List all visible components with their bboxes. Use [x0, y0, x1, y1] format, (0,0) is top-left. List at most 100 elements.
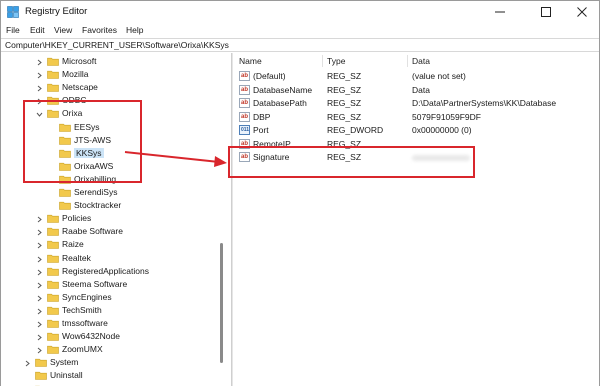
- menu-file[interactable]: File: [6, 25, 20, 35]
- folder-icon: [47, 109, 59, 119]
- chevron-right-icon[interactable]: [36, 333, 43, 341]
- tree-item[interactable]: SyncEngines: [1, 291, 221, 304]
- tree-item[interactable]: Policies: [1, 212, 221, 225]
- tree-item[interactable]: Mozilla: [1, 68, 221, 81]
- value-type: REG_SZ: [327, 111, 362, 122]
- chevron-right-icon[interactable]: [36, 71, 43, 79]
- menu-bar: File Edit View Favorites Help: [1, 23, 599, 38]
- string-value-icon: ab: [239, 98, 250, 108]
- string-value-icon: ab: [239, 71, 250, 81]
- tree-item-label: SerendiSys: [74, 187, 118, 197]
- chevron-right-icon[interactable]: [36, 228, 43, 236]
- folder-icon: [59, 123, 71, 132]
- address-bar[interactable]: Computer\HKEY_CURRENT_USER\Software\Orix…: [1, 38, 599, 52]
- folder-icon: [47, 319, 59, 328]
- tree-scrollbar[interactable]: [220, 243, 223, 363]
- tree-item[interactable]: Realtek: [1, 252, 221, 265]
- value-name: (Default): [253, 71, 286, 81]
- tree-item[interactable]: Orixa: [1, 107, 221, 120]
- tree-item-label: Realtek: [62, 252, 91, 263]
- folder-icon: [47, 57, 59, 66]
- tree-item-label: Raabe Software: [62, 226, 123, 237]
- maximize-button[interactable]: [529, 1, 563, 23]
- value-row[interactable]: ab DatabasePath REG_SZ D:\Data\PartnerSyste…: [233, 97, 599, 110]
- chevron-down-icon[interactable]: [36, 110, 43, 118]
- menu-help[interactable]: Help: [126, 25, 143, 35]
- value-row[interactable]: ab DBP REG_SZ 5079F91059F9DF: [233, 111, 599, 124]
- chevron-right-icon[interactable]: [36, 58, 43, 66]
- tree-item[interactable]: Wow6432Node: [1, 330, 221, 343]
- tree-item[interactable]: OrixaAWS: [1, 160, 221, 173]
- tree-item[interactable]: EESys: [1, 121, 221, 134]
- column-header-name[interactable]: Name: [239, 56, 262, 66]
- menu-edit[interactable]: Edit: [30, 25, 45, 35]
- tree-item-label: EESys: [74, 121, 100, 132]
- value-type: REG_SZ: [327, 138, 362, 149]
- tree-item[interactable]: System: [1, 356, 221, 369]
- folder-icon: [35, 358, 47, 368]
- value-row[interactable]: 011 Port REG_DWORD 0x00000000 (0): [233, 124, 599, 137]
- value-name: DatabaseName: [253, 84, 313, 95]
- chevron-right-icon[interactable]: [36, 307, 43, 315]
- address-path[interactable]: Computer\HKEY_CURRENT_USER\Software\Orix…: [5, 40, 229, 50]
- column-divider[interactable]: [407, 55, 408, 67]
- tree-item[interactable]: Uninstall: [1, 369, 221, 382]
- tree-item[interactable]: ODBC: [1, 94, 221, 107]
- tree-item[interactable]: Stocktracker: [1, 199, 221, 212]
- value-row[interactable]: ab (Default) REG_SZ (value not set): [233, 70, 599, 83]
- minimize-button[interactable]: [483, 1, 517, 23]
- chevron-right-icon[interactable]: [36, 241, 43, 249]
- menu-favorites[interactable]: Favorites: [82, 25, 117, 35]
- chevron-right-icon[interactable]: [36, 294, 43, 302]
- value-row[interactable]: ab DatabaseName REG_SZ Data: [233, 84, 599, 97]
- chevron-right-icon[interactable]: [36, 97, 43, 105]
- chevron-right-icon[interactable]: [36, 84, 43, 92]
- value-row[interactable]: ab Signature REG_SZ: [233, 151, 599, 164]
- tree-item[interactable]: Orixabilling: [1, 173, 221, 186]
- tree-item-label: Wow6432Node: [62, 331, 120, 342]
- menu-view[interactable]: View: [54, 25, 72, 35]
- chevron-right-icon[interactable]: [36, 281, 43, 289]
- value-type: REG_SZ: [327, 98, 362, 108]
- tree-item-label: KKSys: [74, 147, 104, 158]
- tree-item[interactable]: Microsoft: [1, 55, 221, 68]
- tree-item-label: tmssoftware: [62, 318, 108, 328]
- tree-item[interactable]: JTS-AWS: [1, 134, 221, 147]
- folder-icon: [47, 306, 59, 315]
- value-data: D:\Data\PartnerSystems\KK\Database: [412, 98, 557, 108]
- title-bar[interactable]: Registry Editor: [1, 1, 599, 23]
- value-row[interactable]: ab RemoteIP REG_SZ: [233, 138, 599, 151]
- chevron-right-icon[interactable]: [36, 215, 43, 223]
- string-value-icon: ab: [239, 138, 250, 149]
- value-data: 5079F91059F9DF: [412, 111, 481, 122]
- column-header-type[interactable]: Type: [327, 56, 345, 66]
- tree-item-label: Stocktracker: [74, 200, 122, 211]
- chevron-right-icon[interactable]: [36, 320, 43, 328]
- chevron-right-icon[interactable]: [36, 268, 43, 275]
- tree-item-label: SyncEngines: [62, 291, 112, 302]
- tree-item[interactable]: Raabe Software: [1, 225, 221, 238]
- value-data: 0x00000000 (0): [412, 125, 472, 135]
- tree-item[interactable]: RegisteredApplications: [1, 265, 221, 278]
- tree-item[interactable]: Netscape: [1, 81, 221, 94]
- tree-item[interactable]: Volatile Environment: [1, 383, 221, 386]
- tree-item[interactable]: KKSys: [1, 147, 221, 160]
- tree-item[interactable]: TechSmith: [1, 304, 221, 317]
- column-divider[interactable]: [322, 55, 323, 67]
- values-list[interactable]: Name Type Data ab (Default) REG_SZ (value n…: [233, 53, 599, 386]
- value-name: Signature: [253, 152, 290, 162]
- tree-item[interactable]: Raize: [1, 238, 221, 251]
- tree-item[interactable]: tmssoftware: [1, 317, 221, 330]
- folder-icon: [47, 254, 59, 263]
- column-header-data[interactable]: Data: [412, 56, 430, 66]
- close-button[interactable]: [565, 1, 599, 23]
- tree-item[interactable]: ZoomUMX: [1, 343, 221, 356]
- tree-item[interactable]: SerendiSys: [1, 186, 221, 199]
- chevron-right-icon[interactable]: [36, 255, 43, 262]
- window-title: Registry Editor: [25, 6, 88, 17]
- tree-item[interactable]: Steema Software: [1, 278, 221, 291]
- chevron-right-icon[interactable]: [36, 346, 43, 354]
- key-tree[interactable]: Volatile Environment Uninstall System ZoomU…: [1, 53, 231, 386]
- folder-icon: [35, 371, 47, 381]
- chevron-right-icon[interactable]: [24, 359, 31, 367]
